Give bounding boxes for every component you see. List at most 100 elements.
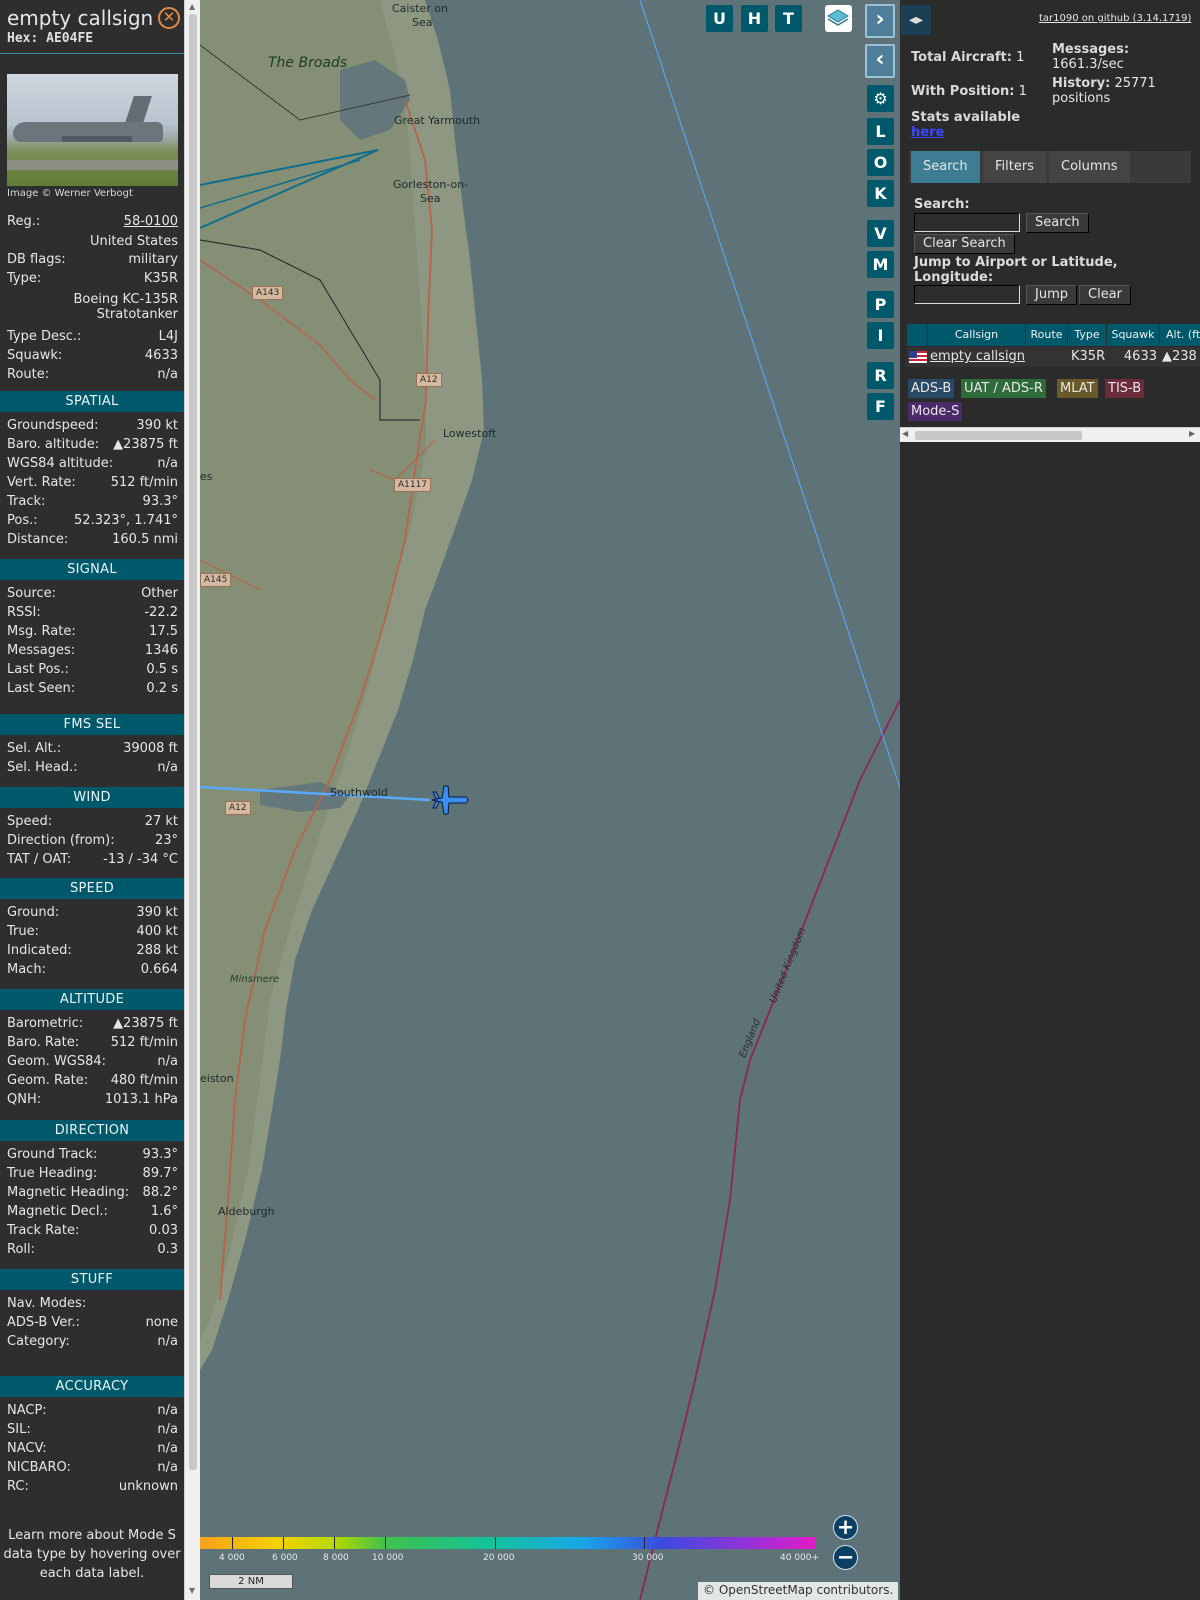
accuracy-label[interactable]: NICBARO: (7, 1460, 71, 1475)
expand-right-icon[interactable]: › (865, 4, 895, 38)
table-header-route[interactable]: Route (1026, 324, 1067, 346)
stats-here-link[interactable]: here (911, 125, 944, 140)
spatial-row: Vert. Rate: 512 ft/min (7, 475, 178, 494)
toggle-u-button[interactable]: U (706, 5, 733, 32)
toggle-l-button[interactable]: L (867, 118, 894, 145)
toggle-i-button[interactable]: I (867, 322, 894, 349)
spatial-label[interactable]: WGS84 altitude: (7, 456, 113, 471)
legend-label-4000: 4 000 (219, 1553, 245, 1563)
github-link[interactable]: tar1090 on github (3.14.1719) (1039, 13, 1191, 24)
scroll-left-arrow[interactable]: ◀ (902, 429, 908, 438)
zoom-in-icon[interactable]: + (833, 1515, 858, 1540)
toggle-v-button[interactable]: V (867, 220, 894, 247)
speed-label[interactable]: Mach: (7, 962, 46, 977)
clear-jump-button[interactable]: Clear (1079, 285, 1131, 305)
toggle-r-button[interactable]: R (867, 362, 894, 389)
spatial-label[interactable]: Track: (7, 494, 45, 509)
direction-label[interactable]: Ground Track: (7, 1147, 97, 1162)
reg-link[interactable]: 58-0100 (124, 214, 178, 229)
signal-label[interactable]: Source: (7, 586, 56, 601)
toggle-t-button[interactable]: T (775, 5, 802, 32)
speed-label[interactable]: Ground: (7, 905, 59, 920)
signal-label[interactable]: Messages: (7, 643, 75, 658)
direction-row: Roll: 0.3 (7, 1242, 178, 1261)
collapse-left-icon[interactable]: ‹ (865, 44, 895, 78)
wind-label[interactable]: TAT / OAT: (7, 852, 71, 867)
legend-label-20000: 20 000 (483, 1553, 515, 1563)
spatial-label[interactable]: Distance: (7, 532, 68, 547)
stuff-label[interactable]: Nav. Modes: (7, 1296, 86, 1311)
layers-icon[interactable] (825, 5, 852, 32)
toggle-h-button[interactable]: H (741, 5, 768, 32)
speed-label[interactable]: Indicated: (7, 943, 72, 958)
wind-label[interactable]: Direction (from): (7, 833, 115, 848)
altitude-label[interactable]: Barometric: (7, 1016, 83, 1031)
stuff-label[interactable]: ADS-B Ver.: (7, 1315, 80, 1330)
speed-label[interactable]: True: (7, 924, 39, 939)
signal-label[interactable]: Last Seen: (7, 681, 75, 696)
fms-label[interactable]: Sel. Head.: (7, 760, 78, 775)
zoom-out-icon[interactable]: − (833, 1545, 858, 1570)
tab-columns[interactable]: Columns (1049, 151, 1130, 183)
sidebar-toggle-icon[interactable]: ◂▸ (901, 5, 931, 35)
aircraft-photo[interactable] (7, 74, 178, 186)
table-header-type[interactable]: Type (1068, 324, 1106, 346)
selected-aircraft-icon[interactable] (428, 778, 472, 822)
accuracy-label[interactable]: NACV: (7, 1441, 47, 1456)
direction-label[interactable]: Track Rate: (7, 1223, 79, 1238)
hscroll-thumb[interactable] (915, 431, 1082, 440)
fms-label[interactable]: Sel. Alt.: (7, 741, 61, 756)
search-input[interactable] (914, 213, 1020, 232)
spatial-label[interactable]: Groundspeed: (7, 418, 98, 433)
altitude-label[interactable]: Geom. WGS84: (7, 1054, 106, 1069)
signal-label[interactable]: RSSI: (7, 605, 41, 620)
wind-label[interactable]: Speed: (7, 814, 52, 829)
toggle-m-button[interactable]: M (867, 251, 894, 278)
spatial-label[interactable]: Pos.: (7, 513, 38, 528)
direction-label[interactable]: Roll: (7, 1242, 35, 1257)
signal-label[interactable]: Msg. Rate: (7, 624, 76, 639)
messages-stat: Messages: 1661.3/sec (1052, 42, 1129, 72)
info-scrollbar[interactable]: ▲ ▼ (184, 0, 200, 1600)
tab-filters[interactable]: Filters (983, 151, 1046, 183)
toggle-k-button[interactable]: K (867, 180, 894, 207)
signal-label[interactable]: Last Pos.: (7, 662, 69, 677)
accuracy-label[interactable]: SIL: (7, 1422, 31, 1437)
accuracy-label[interactable]: NACP: (7, 1403, 47, 1418)
clear-search-button[interactable]: Clear Search (914, 234, 1015, 254)
toggle-o-button[interactable]: O (867, 149, 894, 176)
scroll-down-arrow[interactable]: ▼ (189, 1586, 195, 1595)
hex-value: AE04FE (46, 31, 94, 46)
row-altitude: ▲238 (1162, 349, 1197, 364)
sidebar-tabs: Search Filters Columns (909, 151, 1191, 183)
settings-gear-icon[interactable]: ⚙ (867, 85, 894, 112)
jump-input[interactable] (914, 285, 1020, 304)
table-header-altitude[interactable]: Alt. (ft) (1160, 324, 1200, 346)
map-canvas[interactable]: Caister on Sea The Broads Great Yarmouth… (200, 0, 900, 1600)
tab-search[interactable]: Search (911, 151, 980, 183)
search-button[interactable]: Search (1026, 213, 1089, 233)
direction-label[interactable]: True Heading: (7, 1166, 97, 1181)
row-callsign[interactable]: empty callsign (930, 347, 1025, 367)
jump-button[interactable]: Jump (1026, 285, 1077, 305)
direction-label[interactable]: Magnetic Heading: (7, 1185, 129, 1200)
table-horizontal-scrollbar[interactable]: ◀ ▶ (900, 427, 1200, 442)
table-header-squawk[interactable]: Squawk (1107, 324, 1159, 346)
scroll-right-arrow[interactable]: ▶ (1189, 429, 1195, 438)
table-header-callsign[interactable]: Callsign (928, 324, 1025, 346)
country: United States (89, 234, 178, 249)
stuff-label[interactable]: Category: (7, 1334, 70, 1349)
spatial-label[interactable]: Vert. Rate: (7, 475, 76, 490)
accuracy-label[interactable]: RC: (7, 1479, 29, 1494)
osm-link[interactable]: OpenStreetMap (719, 1583, 813, 1597)
scrollbar-thumb[interactable] (189, 14, 197, 1470)
altitude-label[interactable]: Baro. Rate: (7, 1035, 79, 1050)
spatial-label[interactable]: Baro. altitude: (7, 437, 99, 452)
scroll-up-arrow[interactable]: ▲ (189, 2, 195, 11)
toggle-f-button[interactable]: F (867, 393, 894, 420)
altitude-label[interactable]: Geom. Rate: (7, 1073, 88, 1088)
direction-label[interactable]: Magnetic Decl.: (7, 1204, 108, 1219)
altitude-label[interactable]: QNH: (7, 1092, 41, 1107)
close-icon[interactable]: ✕ (158, 7, 180, 29)
toggle-p-button[interactable]: P (867, 291, 894, 318)
